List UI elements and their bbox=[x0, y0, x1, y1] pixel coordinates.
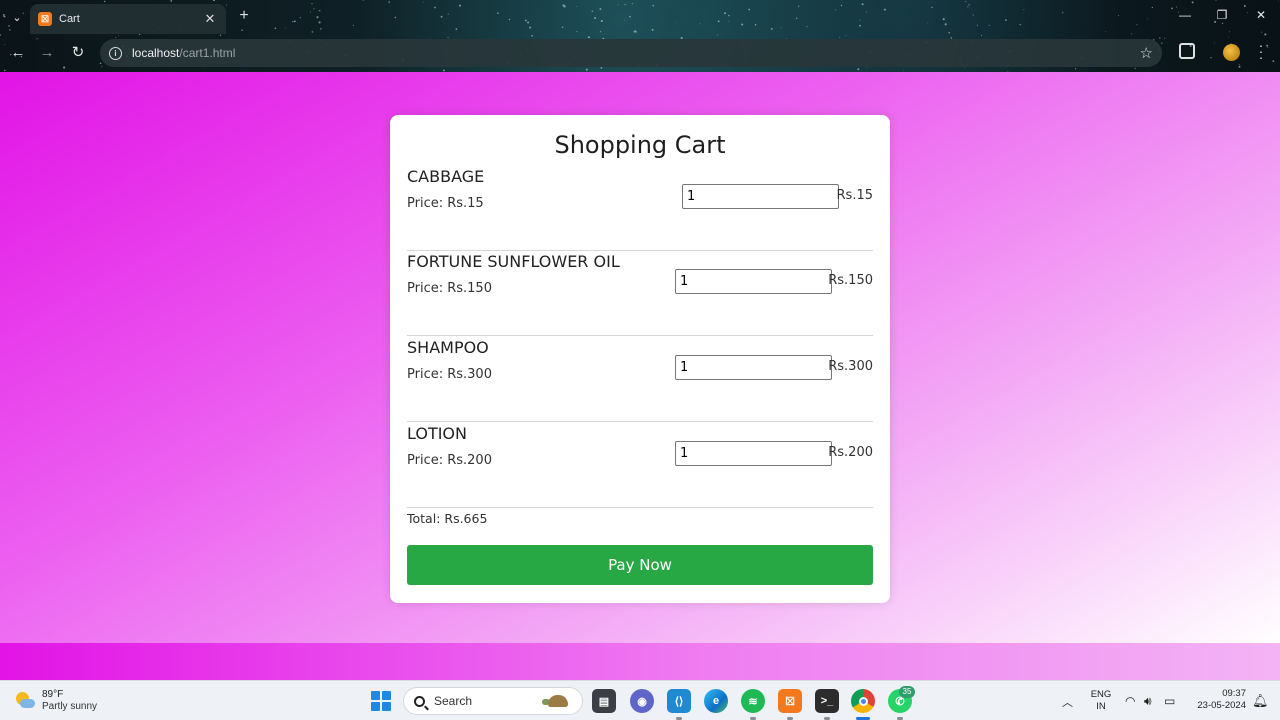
whatsapp-unread-badge: 35 bbox=[899, 686, 915, 698]
quantity-input[interactable] bbox=[675, 269, 832, 294]
forward-arrow-icon[interactable]: → bbox=[37, 43, 57, 63]
item-name: FORTUNE SUNFLOWER OIL bbox=[407, 252, 620, 271]
item-subtotal: Rs.200 bbox=[828, 445, 873, 460]
extensions-puzzle-icon[interactable] bbox=[1179, 43, 1195, 59]
partly-sunny-icon bbox=[14, 690, 36, 712]
tab-close-icon[interactable]: ✕ bbox=[202, 11, 218, 27]
search-label: Search bbox=[434, 694, 473, 708]
vscode-icon[interactable]: ⟨⟩ bbox=[667, 689, 691, 713]
clock-time: 09:37 bbox=[1222, 688, 1246, 699]
wifi-icon[interactable]: ◠ bbox=[1125, 694, 1135, 708]
address-bar[interactable]: i localhost/cart1.html ☆ bbox=[100, 39, 1162, 67]
item-price: Price: Rs.300 bbox=[407, 367, 492, 382]
new-tab-plus-icon[interactable]: + bbox=[236, 7, 252, 25]
volume-icon[interactable]: 🔊︎ bbox=[1144, 694, 1152, 709]
notification-bell-icon[interactable]: 🔔︎ bbox=[1252, 693, 1269, 709]
lang-line1: ENG bbox=[1090, 689, 1112, 700]
item-price: Price: Rs.15 bbox=[407, 196, 484, 211]
item-subtotal: Rs.15 bbox=[836, 188, 873, 203]
cart-item-shampoo: SHAMPOO Price: Rs.300 Rs.300 bbox=[407, 336, 873, 422]
search-icon bbox=[414, 695, 425, 707]
quantity-input[interactable] bbox=[675, 355, 832, 380]
terminal-icon[interactable]: >_ bbox=[815, 689, 839, 713]
quantity-input[interactable] bbox=[675, 441, 832, 466]
bookmark-star-icon[interactable]: ☆ bbox=[1140, 44, 1153, 62]
weather-widget[interactable]: 89°F Partly sunny bbox=[14, 686, 97, 716]
page-background: Shopping Cart CABBAGE Price: Rs.15 Rs.15… bbox=[0, 72, 1280, 643]
item-subtotal: Rs.300 bbox=[828, 359, 873, 374]
back-arrow-icon[interactable]: ← bbox=[8, 43, 28, 63]
windows-taskbar: 89°F Partly sunny Search ▤ ◉ ⟨⟩ e ≋ ☒ >_… bbox=[0, 680, 1280, 720]
tab-title: Cart bbox=[59, 13, 80, 25]
xampp-icon[interactable]: ☒ bbox=[778, 689, 802, 713]
cart-item-fortune-sunflower-oil: FORTUNE SUNFLOWER OIL Price: Rs.150 Rs.1… bbox=[407, 250, 873, 336]
url-text[interactable]: localhost/cart1.html bbox=[132, 46, 235, 60]
tab-search-chevron-icon[interactable]: ⌄ bbox=[6, 7, 28, 27]
minimize-icon[interactable]: — bbox=[1175, 8, 1195, 22]
restore-icon[interactable]: ❐ bbox=[1212, 8, 1232, 22]
file-explorer-icon[interactable]: ▤ bbox=[592, 689, 616, 713]
cart-item-lotion: LOTION Price: Rs.200 Rs.200 bbox=[407, 422, 873, 508]
edge-icon[interactable]: e bbox=[704, 689, 728, 713]
quantity-input[interactable] bbox=[682, 184, 839, 209]
turtle-highlight-icon bbox=[542, 692, 576, 710]
clock-date: 23-05-2024 bbox=[1197, 700, 1246, 711]
spotify-icon[interactable]: ≋ bbox=[741, 689, 765, 713]
tray-overflow-chevron-icon[interactable]: ︿ bbox=[1062, 694, 1073, 710]
tab-strip: ⌄ ☒ Cart ✕ + — ❐ ✕ bbox=[0, 0, 1280, 34]
item-price: Price: Rs.200 bbox=[407, 453, 492, 468]
cart-item-cabbage: CABBAGE Price: Rs.15 Rs.15 bbox=[407, 165, 873, 251]
teams-chat-icon[interactable]: ◉ bbox=[630, 689, 654, 713]
site-info-icon[interactable]: i bbox=[109, 46, 122, 60]
taskbar-search[interactable]: Search bbox=[403, 687, 583, 715]
weather-description: Partly sunny bbox=[42, 701, 98, 712]
pay-now-button[interactable]: Pay Now bbox=[407, 545, 873, 585]
battery-icon[interactable]: ▭ bbox=[1164, 694, 1175, 708]
item-price: Price: Rs.150 bbox=[407, 281, 492, 296]
profile-avatar[interactable] bbox=[1223, 44, 1240, 61]
shopping-cart-card: Shopping Cart CABBAGE Price: Rs.15 Rs.15… bbox=[390, 115, 890, 603]
weather-temperature: 89°F bbox=[42, 689, 64, 700]
kebab-menu-icon[interactable]: · · · bbox=[1256, 38, 1266, 64]
reload-icon[interactable]: ↻ bbox=[68, 43, 88, 63]
item-name: SHAMPOO bbox=[407, 338, 489, 357]
lang-line2: IN bbox=[1096, 701, 1106, 712]
browser-chrome: ⌄ ☒ Cart ✕ + — ❐ ✕ ← → ↻ i localhost/car… bbox=[0, 0, 1280, 72]
item-name: CABBAGE bbox=[407, 167, 485, 186]
cart-total: Total: Rs.665 bbox=[407, 511, 488, 526]
item-subtotal: Rs.150 bbox=[828, 273, 873, 288]
system-clock[interactable]: 09:37 23-05-2024 bbox=[1188, 688, 1246, 712]
item-name: LOTION bbox=[407, 424, 467, 443]
page-background-bottom bbox=[0, 643, 1280, 680]
window-close-icon[interactable]: ✕ bbox=[1251, 8, 1271, 22]
windows-start-icon[interactable] bbox=[371, 691, 391, 711]
tab-cart[interactable]: ☒ Cart ✕ bbox=[30, 4, 226, 34]
browser-toolbar: ← → ↻ i localhost/cart1.html ☆ bbox=[0, 38, 1280, 68]
chrome-icon[interactable] bbox=[851, 689, 875, 713]
input-language-indicator[interactable]: ENG IN bbox=[1089, 689, 1113, 713]
xampp-favicon-icon: ☒ bbox=[38, 12, 52, 26]
cart-title: Shopping Cart bbox=[554, 131, 726, 159]
